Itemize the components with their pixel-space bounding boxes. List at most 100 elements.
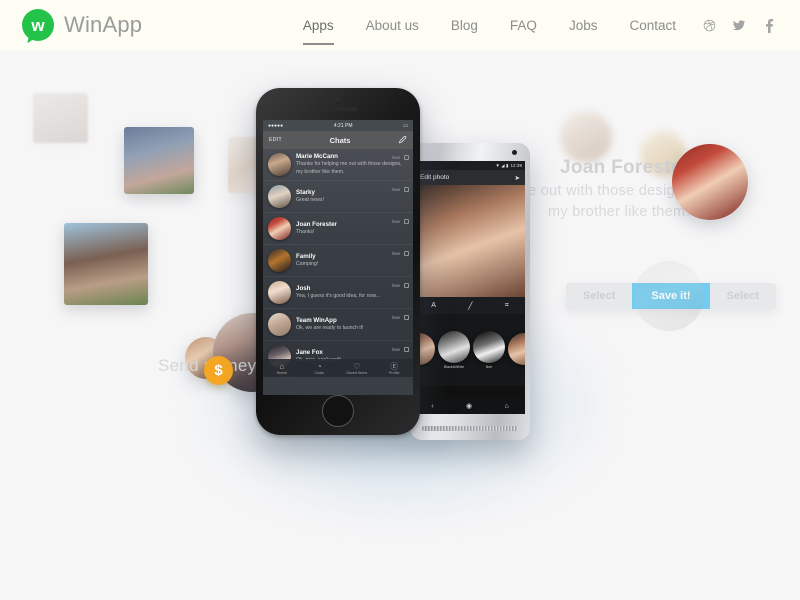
chat-checkbox[interactable]: [404, 347, 409, 353]
chat-message: Great news!: [296, 197, 324, 204]
chat-time: Now: [391, 155, 400, 160]
chat-checkbox[interactable]: [404, 219, 409, 225]
avatar-blurred-top: [560, 111, 612, 163]
android-camera-icon: [512, 150, 517, 155]
tab-home[interactable]: ⌂ Home: [263, 362, 301, 375]
select-button-right[interactable]: Select: [709, 283, 776, 309]
avatar: [268, 185, 291, 209]
chat-name: Jane Fox: [296, 348, 323, 356]
main-navigation: Apps About us Blog FAQ Jobs Contact: [287, 0, 782, 51]
photo-thumbnail: [33, 93, 88, 143]
dribbble-icon[interactable]: [696, 0, 722, 51]
chat-row[interactable]: Family Camping! Now: [263, 245, 413, 278]
chat-name: Marie McCann: [296, 153, 338, 160]
chat-checkbox[interactable]: [404, 315, 409, 321]
nav-item-apps[interactable]: Apps: [287, 0, 350, 51]
chat-time: Now: [391, 251, 400, 257]
status-time: 4:21 PM: [333, 122, 353, 129]
back-button[interactable]: ‹: [431, 403, 433, 410]
chat-time: Now: [391, 315, 400, 321]
photo-card-woman[interactable]: [64, 223, 148, 305]
chat-list[interactable]: Marie McCann Thanks for helping me out w…: [263, 149, 413, 377]
chat-message: Thanks!: [296, 229, 315, 236]
floating-card-line-1: e out with those designs,: [528, 183, 696, 199]
twitter-icon[interactable]: [726, 0, 752, 51]
chat-name: Starky: [296, 188, 315, 196]
chat-row[interactable]: Josh Yea, I guess it's good idea, for no…: [263, 277, 413, 310]
photo-image: [415, 185, 525, 297]
tab-profile[interactable]: Ⓔ Profile: [376, 362, 414, 375]
chats-icon: ◔: [316, 361, 322, 371]
brand-logo[interactable]: w WinApp: [22, 9, 142, 41]
chat-row[interactable]: Marie McCann Thanks for helping me out w…: [263, 149, 413, 182]
nav-item-blog[interactable]: Blog: [435, 0, 494, 51]
tab-label: Saved Items: [346, 370, 368, 375]
chat-name: Josh: [296, 284, 311, 292]
filter-carousel[interactable]: Black&White Noir: [415, 314, 525, 386]
photo-card-kittens[interactable]: [124, 127, 194, 194]
avatar-image: [672, 144, 748, 220]
avatar: [268, 217, 291, 241]
filter-thumbnail: [473, 331, 505, 363]
photo-card-car[interactable]: [33, 93, 88, 143]
select-button-left[interactable]: Select: [566, 283, 633, 309]
home-button[interactable]: ⌂: [505, 403, 509, 410]
android-speaker-grille: [422, 426, 518, 431]
chat-checkbox[interactable]: [404, 187, 409, 193]
avatar-image: [560, 111, 612, 163]
tab-saved-items[interactable]: ♡ Saved Items: [338, 362, 376, 375]
chat-checkbox[interactable]: [404, 251, 409, 257]
crop-tool-icon[interactable]: ⌗: [505, 302, 509, 310]
filter-label: Black&White: [443, 365, 465, 369]
avatar-joan-forester[interactable]: [672, 144, 748, 220]
facebook-icon[interactable]: [756, 0, 782, 51]
chat-message: Ok, we are ready to launch it!: [296, 325, 364, 332]
edit-photo-title: Edit photo: [420, 174, 450, 181]
ios-nav-bar: EDIT Chats: [263, 131, 413, 149]
chat-row[interactable]: Joan Forester Thanks! Now: [263, 213, 413, 246]
ios-status-bar: ●●●●● 4:21 PM ▭: [263, 120, 413, 131]
chat-message: Thanks for helping me out with those des…: [296, 161, 402, 175]
filter-thumbnail: [438, 331, 470, 363]
money-badge: $: [204, 356, 233, 385]
tab-chats[interactable]: ◔ Chats: [301, 362, 339, 375]
nav-item-about-us[interactable]: About us: [350, 0, 435, 51]
chat-checkbox[interactable]: [404, 283, 409, 289]
chat-name: Team WinApp: [296, 316, 337, 324]
iphone-home-button[interactable]: [322, 395, 354, 427]
carrier-dots: ●●●●●: [268, 122, 284, 129]
recents-button[interactable]: ◉: [466, 402, 472, 410]
iphone-camera-icon: [336, 97, 340, 101]
brush-tool-icon[interactable]: ╱: [468, 302, 472, 310]
android-app-bar: Edit photo ➤: [415, 170, 525, 185]
filter-item[interactable]: [508, 333, 525, 367]
avatar: [268, 313, 291, 337]
chat-message: Yea, I guess it's good idea, for now...: [296, 293, 381, 300]
status-icons: ▼ ◢ ▮: [495, 162, 509, 168]
tab-label: Profile: [388, 370, 400, 375]
chat-time: Now: [391, 219, 400, 225]
edit-button[interactable]: EDIT: [269, 137, 282, 143]
ios-tab-bar: ⌂ Home ◔ Chats ♡ Saved Items Ⓔ Profile: [263, 359, 413, 377]
chat-name: Joan Forester: [296, 220, 337, 228]
logo-letter: w: [31, 15, 45, 35]
iphone-device[interactable]: ●●●●● 4:21 PM ▭ EDIT Chats Marie McCann: [256, 88, 420, 435]
compose-icon[interactable]: [398, 131, 407, 149]
android-screen: ▼ ◢ ▮ 12:39 Edit photo ➤ A ╱ ⌗ Black&Whi…: [415, 161, 525, 414]
heart-icon: ♡: [353, 361, 361, 371]
chat-row[interactable]: Team WinApp Ok, we are ready to launch i…: [263, 309, 413, 342]
send-icon[interactable]: ➤: [515, 174, 520, 182]
android-device[interactable]: ▼ ◢ ▮ 12:39 Edit photo ➤ A ╱ ⌗ Black&Whi…: [410, 143, 530, 440]
nav-item-contact[interactable]: Contact: [613, 0, 692, 51]
chat-row[interactable]: Starky Great news! Now: [263, 181, 413, 214]
chat-checkbox[interactable]: [404, 155, 409, 160]
text-tool-icon[interactable]: A: [431, 302, 436, 309]
filter-item-noir[interactable]: Noir: [473, 331, 505, 369]
hero-stage: $ Send money to ●●●●● 4:21 PM ▭ EDIT Cha…: [0, 51, 800, 600]
winapp-logo-icon: w: [22, 9, 54, 41]
photo-preview[interactable]: [415, 185, 525, 297]
home-icon: ⌂: [279, 361, 285, 371]
filter-item-black-and-white[interactable]: Black&White: [438, 331, 470, 369]
nav-item-faq[interactable]: FAQ: [494, 0, 553, 51]
nav-item-jobs[interactable]: Jobs: [553, 0, 614, 51]
